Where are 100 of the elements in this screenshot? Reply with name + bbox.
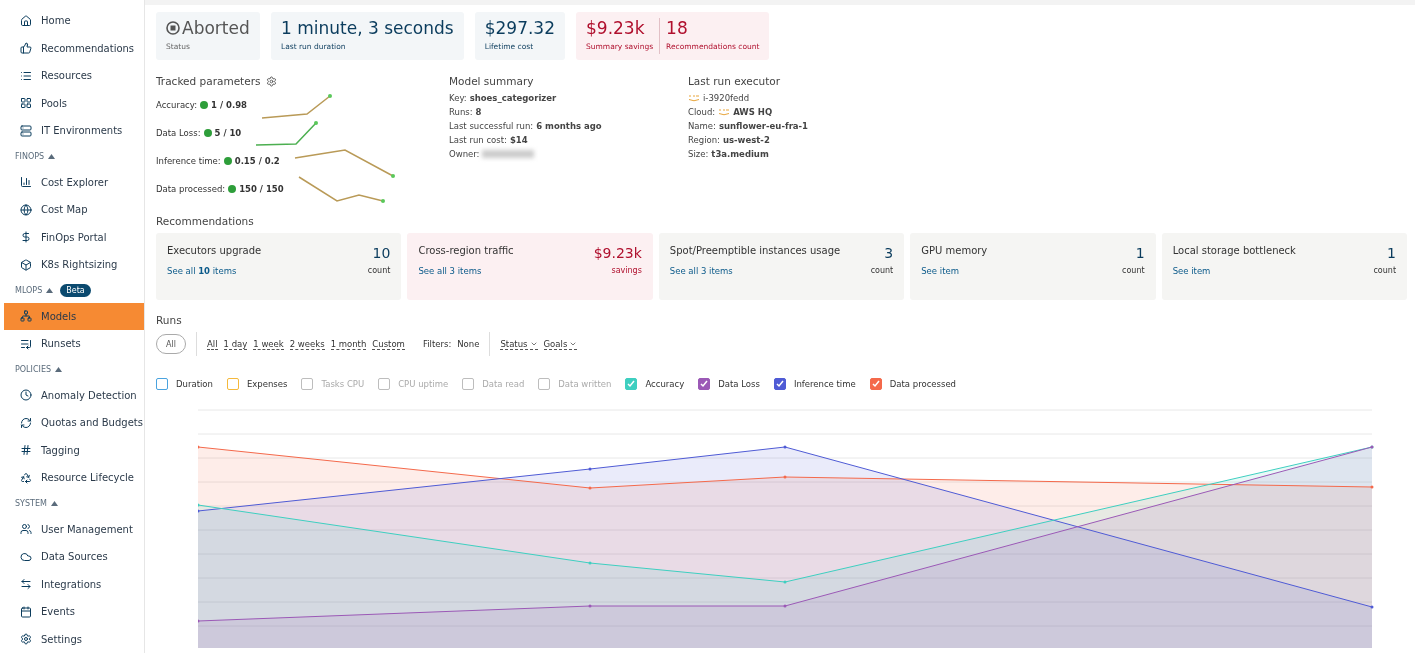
cloud-icon xyxy=(20,550,32,563)
filter-dropdown[interactable]: Status xyxy=(500,338,538,350)
field-label: Cloud: xyxy=(688,107,716,117)
sidebar-item[interactable]: Models xyxy=(4,302,144,330)
field-label: Last run cost: xyxy=(449,135,507,145)
recommendation-title: Local storage bottleneck xyxy=(1172,245,1296,256)
legend-checkbox[interactable]: Duration xyxy=(156,378,213,390)
sidebar-item[interactable]: Resources xyxy=(4,62,144,90)
parameter-value: 5 / 10 xyxy=(214,128,242,138)
settings-icon[interactable] xyxy=(266,75,278,87)
sidebar-item[interactable]: Tagging xyxy=(4,436,144,464)
metric-value: 1 minute, 3 seconds xyxy=(281,18,454,38)
clock-icon xyxy=(20,389,32,402)
period-link[interactable]: 2 weeks xyxy=(289,338,325,350)
refresh-icon xyxy=(20,416,32,429)
sidebar-item[interactable]: FinOps Portal xyxy=(4,223,144,251)
sidebar-item[interactable]: Integrations xyxy=(4,570,144,598)
sidebar-item[interactable]: Anomaly Detection xyxy=(4,381,144,409)
arrows-icon xyxy=(20,578,32,591)
recycle-icon xyxy=(20,471,32,484)
checkbox[interactable] xyxy=(869,378,882,390)
parameter-value: 1 / 0.98 xyxy=(211,100,247,110)
sidebar-item[interactable]: Cost Map xyxy=(4,196,144,224)
sidebar-item[interactable]: Cost Explorer xyxy=(4,168,144,196)
field-value: $14 xyxy=(509,135,528,145)
status-value: Aborted xyxy=(182,18,250,38)
checkbox[interactable] xyxy=(156,378,168,390)
see-items-link[interactable]: See item xyxy=(1172,266,1296,276)
see-items-link[interactable]: See all 3 items xyxy=(669,266,841,276)
section-heading: SYSTEM xyxy=(15,499,47,508)
filters-value: None xyxy=(457,339,480,349)
sidebar-item[interactable]: Pools xyxy=(4,89,144,117)
recommendation-unit: savings xyxy=(610,266,642,275)
sidebar-item[interactable]: Home xyxy=(4,7,144,35)
legend-checkbox[interactable]: Inference time xyxy=(773,378,856,390)
sidebar-item[interactable]: Resource Lifecycle xyxy=(4,464,144,492)
metric-value: $297.32 xyxy=(484,18,555,38)
field-label: Last successful run: xyxy=(449,121,534,131)
sidebar-item[interactable]: Data Sources xyxy=(4,543,144,571)
hash-icon xyxy=(20,444,32,457)
network-icon xyxy=(20,310,32,323)
list-arrow-icon xyxy=(20,337,32,350)
parameter-value: 150 / 150 xyxy=(239,184,284,194)
period-link[interactable]: 1 month xyxy=(330,338,367,350)
section-title: Recommendations xyxy=(156,215,254,227)
legend-checkbox[interactable]: Data processed xyxy=(869,378,957,390)
sidebar-item[interactable]: User Management xyxy=(4,515,144,543)
field-value: shoes_categorizer xyxy=(469,93,557,103)
checkbox[interactable] xyxy=(226,378,239,390)
recommendation-title: Executors upgrade xyxy=(167,245,262,256)
caret-up-icon[interactable] xyxy=(50,501,58,506)
checkbox[interactable] xyxy=(698,378,711,390)
see-items-link[interactable]: See all 10 items xyxy=(167,266,262,276)
sidebar-item[interactable]: Recommendations xyxy=(4,34,144,62)
sidebar-item[interactable]: K8s Rightsizing xyxy=(4,251,144,279)
recommendation-title: Cross-region traffic xyxy=(418,245,514,256)
field-label: Owner: xyxy=(449,149,480,159)
filters-label: Filters: xyxy=(422,339,452,349)
sidebar-item[interactable]: Quotas and Budgets xyxy=(4,409,144,437)
field-value: sunflower-eu-fra-1 xyxy=(718,121,808,131)
sidebar-item[interactable]: Runsets xyxy=(4,330,144,358)
recommendation-value: 3 xyxy=(883,245,894,261)
parameter-label: Accuracy: xyxy=(156,100,198,110)
legend-checkbox[interactable]: Data Loss xyxy=(698,378,760,390)
field-label: Region: xyxy=(688,135,720,145)
period-link[interactable]: 1 day xyxy=(223,338,248,350)
section-heading: FINOPS xyxy=(15,152,45,161)
field-value: us-west-2 xyxy=(722,135,770,145)
grid-icon xyxy=(20,97,32,110)
period-link[interactable]: Custom xyxy=(372,338,405,350)
recommendation-unit: count xyxy=(367,266,391,275)
recommendation-value: 1 xyxy=(1134,245,1145,261)
cube-icon xyxy=(20,258,32,271)
parameter-label: Inference time: xyxy=(156,156,221,166)
legend-checkbox[interactable]: Expenses xyxy=(226,378,288,390)
caret-up-icon[interactable] xyxy=(48,154,56,159)
checkbox[interactable] xyxy=(773,378,786,390)
see-items-link[interactable]: See all 3 items xyxy=(418,266,514,276)
field-value: i-3920fedd xyxy=(703,93,750,103)
recommendation-unit: count xyxy=(1373,266,1397,275)
period-link[interactable]: 1 week xyxy=(253,338,284,350)
metric-value: 18 xyxy=(666,18,689,38)
period-link[interactable]: All xyxy=(207,338,218,350)
section-title: Tracked parameters xyxy=(156,75,261,87)
filter-dropdown[interactable]: Goals xyxy=(543,338,578,350)
caret-up-icon[interactable] xyxy=(55,367,62,372)
section-title: Runs xyxy=(156,314,182,326)
all-button[interactable]: All xyxy=(156,334,186,354)
section-heading: POLICIES xyxy=(15,365,51,374)
sidebar-item[interactable]: IT Environments xyxy=(4,117,144,145)
sidebar-item[interactable]: Events xyxy=(4,598,144,626)
field-label: Runs: xyxy=(449,107,473,117)
checkbox[interactable] xyxy=(625,378,638,390)
sidebar-item[interactable]: Settings xyxy=(4,625,144,653)
see-items-link[interactable]: See item xyxy=(921,266,988,276)
field-label: Size: xyxy=(688,149,709,159)
field-value: 8 xyxy=(475,107,482,117)
metric-value: $9.23k xyxy=(586,18,646,38)
legend-checkbox[interactable]: Accuracy xyxy=(625,378,685,390)
caret-up-icon[interactable] xyxy=(46,288,54,293)
